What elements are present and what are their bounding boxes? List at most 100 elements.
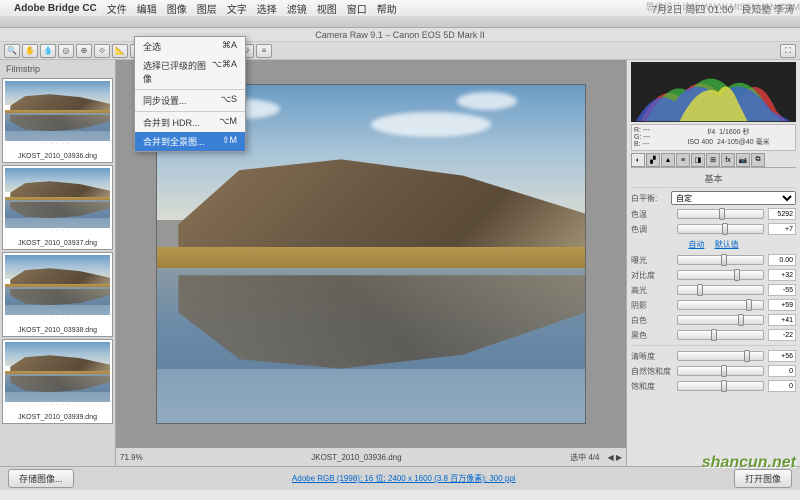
panel-tabs: ◐ ▞ ▲ ≡ ◨ ⊞ fx 📷 ⧉ — [631, 153, 796, 168]
app-toolbar — [0, 16, 800, 28]
slider-value-contrast[interactable]: +32 — [768, 269, 796, 281]
slider-whites[interactable] — [677, 315, 764, 325]
thumbnail-label: JKOST_2010_03936.dng — [5, 153, 110, 160]
slider-value-shadows[interactable]: +59 — [768, 299, 796, 311]
menu-select-rated[interactable]: 选择已评级的图像⌥⌘A — [135, 56, 245, 88]
readout-r: R: --- — [634, 127, 664, 134]
canvas-footer: 71.9% JKOST_2010_03936.dng 选中 4/4 ◀ ▶ — [116, 448, 626, 466]
slider-label-whites: 白色 — [631, 315, 673, 326]
selection-count: 选中 4/4 — [570, 452, 599, 463]
slider-vibrance[interactable] — [677, 366, 764, 376]
save-image-button[interactable]: 存储图像... — [8, 469, 74, 488]
slider-highlights[interactable] — [677, 285, 764, 295]
adjustments-panel: R: --- G: --- B: --- f/4 1/1600 秒 ISO 40… — [626, 60, 800, 466]
slider-value-saturation[interactable]: 0 — [768, 380, 796, 392]
slider-tint[interactable] — [677, 224, 764, 234]
slider-label-vibrance: 自然饱和度 — [631, 366, 673, 377]
tab-detail[interactable]: ▲ — [661, 153, 675, 167]
thumbnail-label: JKOST_2010_03938.dng — [5, 327, 110, 334]
tab-camera[interactable]: 📷 — [736, 153, 750, 167]
menu-type[interactable]: 文字 — [227, 1, 247, 16]
slider-label-exposure: 曝光 — [631, 255, 673, 266]
fullscreen-icon[interactable]: ⛶ — [780, 44, 796, 58]
tab-fx[interactable]: fx — [721, 153, 735, 167]
slider-value-exposure[interactable]: 0.00 — [768, 254, 796, 266]
tab-lens[interactable]: ⊞ — [706, 153, 720, 167]
current-filename: JKOST_2010_03936.dng — [143, 453, 570, 462]
auto-link[interactable]: 自动 — [688, 240, 704, 249]
slider-value-temp[interactable]: 5292 — [768, 208, 796, 220]
panel-title: 基本 — [631, 170, 796, 188]
slider-label-blacks: 黑色 — [631, 330, 673, 341]
wb-tool-icon[interactable]: 💧 — [40, 44, 56, 58]
workflow-link[interactable]: Adobe RGB (1998); 16 位; 2400 x 1600 (3.8… — [292, 474, 516, 483]
tab-presets[interactable]: ⧉ — [751, 153, 765, 167]
lens: 24-105@40 毫米 — [717, 139, 770, 146]
wb-select[interactable]: 自定 — [671, 191, 796, 205]
slider-temp[interactable] — [677, 209, 764, 219]
menu-edit[interactable]: 编辑 — [137, 1, 157, 16]
slider-value-blacks[interactable]: -22 — [768, 329, 796, 341]
tab-split[interactable]: ◨ — [691, 153, 705, 167]
slider-value-highlights[interactable]: -55 — [768, 284, 796, 296]
zoom-tool-icon[interactable]: 🔍 — [4, 44, 20, 58]
slider-label-highlights: 高光 — [631, 285, 673, 296]
filmstrip-header: Filmstrip — [2, 62, 113, 76]
watermark-top: 思缘设计论坛 WWW.MISSYUAN.COM — [646, 0, 800, 13]
crop-tool-icon[interactable]: ⟐ — [94, 44, 110, 58]
hand-tool-icon[interactable]: ✋ — [22, 44, 38, 58]
bottom-bar: 存储图像... Adobe RGB (1998); 16 位; 2400 x 1… — [0, 466, 800, 490]
tab-basic[interactable]: ◐ — [631, 153, 645, 167]
menu-image[interactable]: 图像 — [167, 1, 187, 16]
slider-label-contrast: 对比度 — [631, 270, 673, 281]
readout-g: G: --- — [634, 134, 664, 141]
menu-sync-settings[interactable]: 同步设置...⌥S — [135, 91, 245, 110]
slider-shadows[interactable] — [677, 300, 764, 310]
menu-merge-hdr[interactable]: 合并到 HDR...⌥M — [135, 113, 245, 132]
slider-value-vibrance[interactable]: 0 — [768, 365, 796, 377]
context-menu: 全选⌘A 选择已评级的图像⌥⌘A 同步设置...⌥S 合并到 HDR...⌥M … — [134, 36, 246, 152]
slider-label-shadows: 阴影 — [631, 300, 673, 311]
slider-label-tint: 色调 — [631, 224, 673, 235]
slider-contrast[interactable] — [677, 270, 764, 280]
menu-filter[interactable]: 滤镜 — [287, 1, 307, 16]
slider-saturation[interactable] — [677, 381, 764, 391]
readout-b: B: --- — [634, 141, 664, 148]
thumbnail-item[interactable]: · · · · · JKOST_2010_03937.dng — [2, 165, 113, 250]
app-name[interactable]: Adobe Bridge CC — [14, 3, 97, 14]
target-adjust-icon[interactable]: ⊕ — [76, 44, 92, 58]
tab-hsl[interactable]: ≡ — [676, 153, 690, 167]
menu-layer[interactable]: 图层 — [197, 1, 217, 16]
slider-value-whites[interactable]: +41 — [768, 314, 796, 326]
default-link[interactable]: 默认值 — [715, 240, 739, 249]
slider-value-clarity[interactable]: +56 — [768, 350, 796, 362]
watermark-logo: shancun.net — [702, 454, 796, 472]
menu-help[interactable]: 帮助 — [377, 1, 397, 16]
thumbnail-item[interactable]: · · · · · JKOST_2010_03939.dng — [2, 339, 113, 424]
straighten-icon[interactable]: 📐 — [112, 44, 128, 58]
slider-value-tint[interactable]: +7 — [768, 223, 796, 235]
menu-window[interactable]: 窗口 — [347, 1, 367, 16]
thumbnail-item[interactable]: · · · · · JKOST_2010_03938.dng — [2, 252, 113, 337]
menu-view[interactable]: 视图 — [317, 1, 337, 16]
color-sampler-icon[interactable]: ◎ — [58, 44, 74, 58]
menu-select[interactable]: 选择 — [257, 1, 277, 16]
thumbnail-item[interactable]: · · · · · JKOST_2010_03936.dng — [2, 78, 113, 163]
menu-merge-panorama[interactable]: 合并到全景图...⇧M — [135, 132, 245, 151]
menu-select-all[interactable]: 全选⌘A — [135, 37, 245, 56]
slider-exposure[interactable] — [677, 255, 764, 265]
slider-blacks[interactable] — [677, 330, 764, 340]
histogram[interactable] — [631, 62, 796, 122]
thumbnail-label: JKOST_2010_03937.dng — [5, 240, 110, 247]
metadata-readout: R: --- G: --- B: --- f/4 1/1600 秒 ISO 40… — [631, 124, 796, 151]
slider-label-temp: 色温 — [631, 209, 673, 220]
menu-file[interactable]: 文件 — [107, 1, 127, 16]
slider-label-saturation: 饱和度 — [631, 381, 673, 392]
prefs-icon[interactable]: ≡ — [256, 44, 272, 58]
iso: ISO 400 — [687, 139, 713, 146]
slider-clarity[interactable] — [677, 351, 764, 361]
aperture: f/4 — [707, 129, 715, 136]
slider-label-clarity: 清晰度 — [631, 351, 673, 362]
zoom-level[interactable]: 71.9% — [120, 453, 143, 462]
tab-curve[interactable]: ▞ — [646, 153, 660, 167]
